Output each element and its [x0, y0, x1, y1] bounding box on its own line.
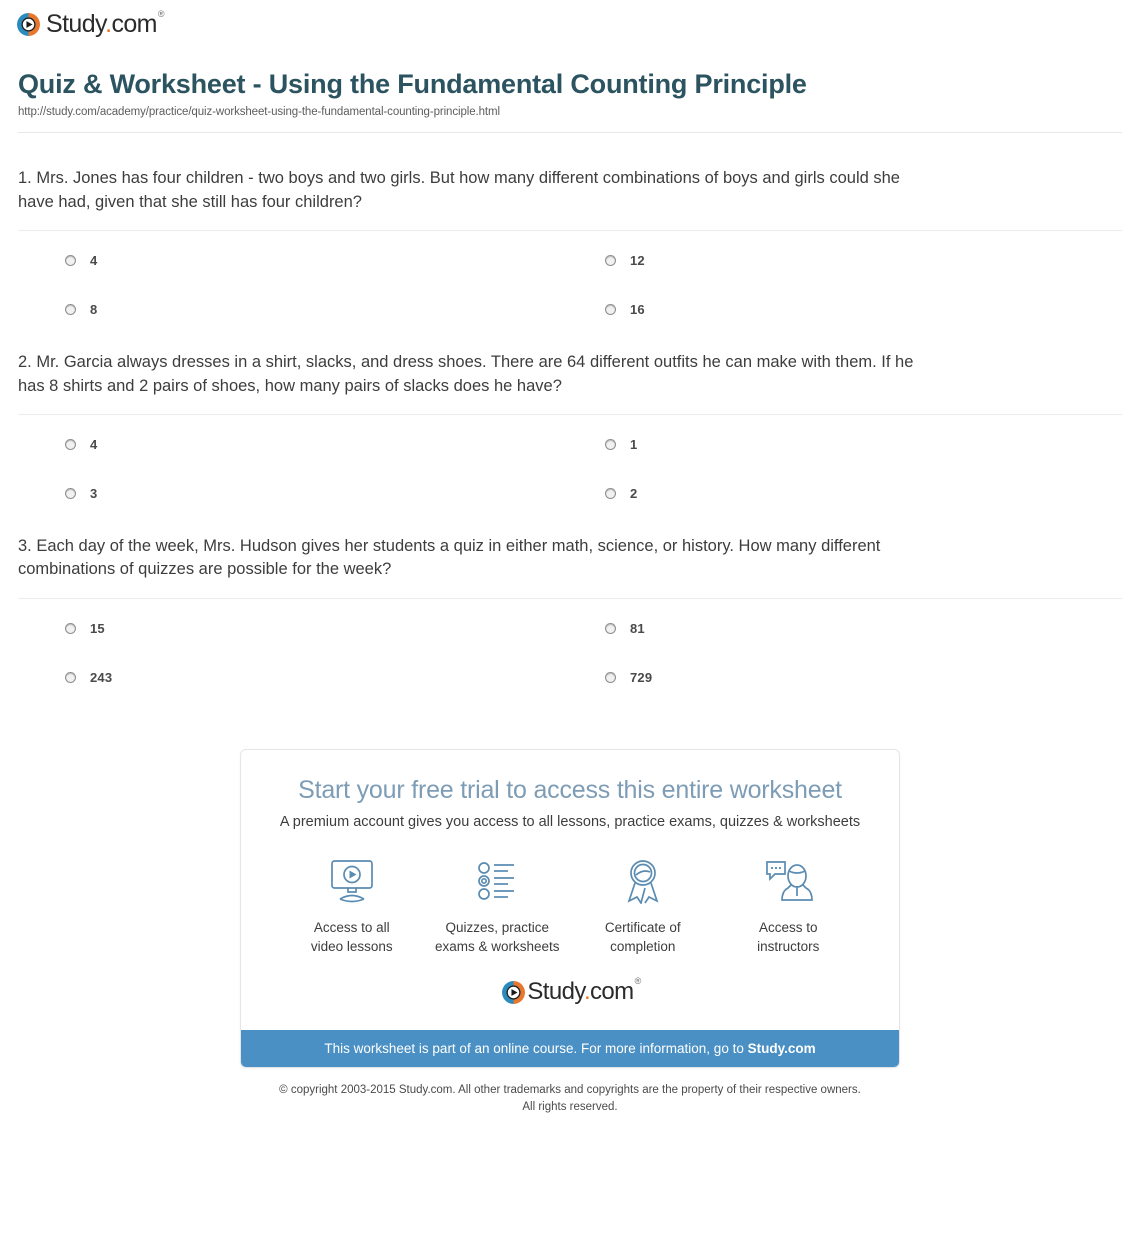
study-com-logo[interactable]: Study.com®	[15, 8, 165, 38]
trademark-mark: ®	[634, 976, 642, 987]
options-group: 4 12 8 16	[18, 231, 1122, 317]
source-url: http://study.com/academy/practice/quiz-w…	[18, 106, 500, 119]
feature-label: Access to instructors	[757, 919, 820, 955]
option-label: 12	[630, 253, 645, 269]
promo-study-com-logo[interactable]: Study.com®	[261, 976, 879, 1006]
option-row[interactable]: 81	[605, 621, 1122, 636]
question-block-2: 2. Mr. Garcia always dresses in a shirt,…	[18, 351, 1122, 501]
option-row[interactable]: 1	[605, 437, 1122, 452]
question-text: 3. Each day of the week, Mrs. Hudson giv…	[18, 537, 881, 579]
option-label: 15	[90, 620, 105, 636]
radio-button[interactable]	[605, 439, 616, 450]
logo-wordmark: Study.com®	[527, 976, 641, 1006]
free-trial-promo-card: Start your free trial to access this ent…	[240, 748, 900, 1068]
option-row[interactable]: 16	[605, 302, 1122, 317]
promo-card-wrapper: Start your free trial to access this ent…	[18, 748, 1122, 1068]
page-title: Quiz & Worksheet - Using the Fundamental…	[18, 69, 807, 99]
feature-label: Access to all video lessons	[310, 919, 393, 955]
feature-certificate: Certificate of completion	[570, 856, 716, 957]
copyright-footer: © copyright 2003-2015 Study.com. All oth…	[18, 1082, 1122, 1117]
radio-button[interactable]	[65, 439, 76, 450]
promo-subtitle: A premium account gives you access to al…	[279, 813, 861, 830]
promo-features: Access to all video lessons Quizzes, pra…	[261, 856, 879, 957]
radio-button[interactable]	[65, 255, 76, 267]
page-header-bar: Study.com®	[0, 0, 1140, 45]
study-play-circle-icon	[502, 980, 526, 1004]
promo-banner[interactable]: This worksheet is part of an online cour…	[241, 1029, 899, 1067]
option-row[interactable]: 3	[65, 486, 605, 501]
copyright-line-2: All rights reserved.	[522, 1101, 618, 1114]
option-row[interactable]: 8	[65, 302, 605, 317]
instructor-chat-icon	[762, 856, 814, 906]
promo-body: Start your free trial to access this ent…	[241, 750, 899, 1030]
radio-button[interactable]	[65, 304, 76, 316]
option-row[interactable]: 12	[605, 253, 1122, 268]
question-text: 2. Mr. Garcia always dresses in a shirt,…	[18, 353, 914, 395]
trademark-mark: ®	[157, 8, 165, 19]
logo-wordmark: Study.com®	[46, 8, 165, 38]
feature-video-lessons: Access to all video lessons	[279, 856, 425, 957]
option-label: 3	[90, 486, 98, 501]
feature-instructors: Access to instructors	[716, 856, 862, 957]
quiz-list-icon	[471, 856, 523, 906]
option-row[interactable]: 243	[65, 670, 605, 685]
radio-button[interactable]	[605, 671, 616, 683]
option-label: 16	[630, 302, 645, 318]
option-label: 4	[90, 437, 98, 452]
options-group: 4 1 3 2	[18, 415, 1122, 501]
radio-button[interactable]	[605, 622, 616, 634]
radio-button[interactable]	[605, 488, 616, 499]
radio-button[interactable]	[65, 671, 76, 683]
options-group: 15 81 243 729	[18, 599, 1122, 685]
option-row[interactable]: 2	[605, 486, 1122, 501]
question-text: 1. Mrs. Jones has four children - two bo…	[18, 169, 900, 211]
study-play-circle-icon	[17, 13, 40, 36]
promo-banner-link[interactable]: Study.com	[748, 1041, 816, 1056]
radio-button[interactable]	[65, 488, 76, 499]
question-block-1: 1. Mrs. Jones has four children - two bo…	[18, 167, 1122, 317]
option-label: 243	[90, 669, 113, 685]
question-block-3: 3. Each day of the week, Mrs. Hudson giv…	[18, 535, 1122, 685]
copyright-line-1: © copyright 2003-2015 Study.com. All oth…	[279, 1083, 861, 1096]
promo-banner-text: This worksheet is part of an online cour…	[324, 1040, 748, 1056]
option-row[interactable]: 4	[65, 253, 605, 268]
option-label: 1	[630, 437, 638, 452]
option-label: 81	[630, 620, 645, 636]
header-divider	[18, 132, 1122, 134]
option-label: 2	[630, 486, 638, 501]
feature-label: Quizzes, practice exams & worksheets	[434, 919, 560, 955]
radio-button[interactable]	[65, 622, 76, 634]
radio-button[interactable]	[605, 304, 616, 316]
option-row[interactable]: 15	[65, 621, 605, 636]
option-label: 4	[90, 253, 98, 269]
option-row[interactable]: 729	[605, 670, 1122, 685]
feature-label: Certificate of completion	[604, 919, 681, 955]
worksheet-sheet: Quiz & Worksheet - Using the Fundamental…	[0, 69, 1140, 1116]
option-row[interactable]: 4	[65, 437, 605, 452]
option-label: 729	[630, 669, 653, 685]
promo-title: Start your free trial to access this ent…	[298, 775, 842, 804]
feature-quizzes: Quizzes, practice exams & worksheets	[425, 856, 571, 957]
award-ribbon-icon	[617, 856, 669, 906]
option-label: 8	[90, 302, 98, 318]
radio-button[interactable]	[605, 255, 616, 267]
monitor-play-icon	[326, 856, 378, 906]
